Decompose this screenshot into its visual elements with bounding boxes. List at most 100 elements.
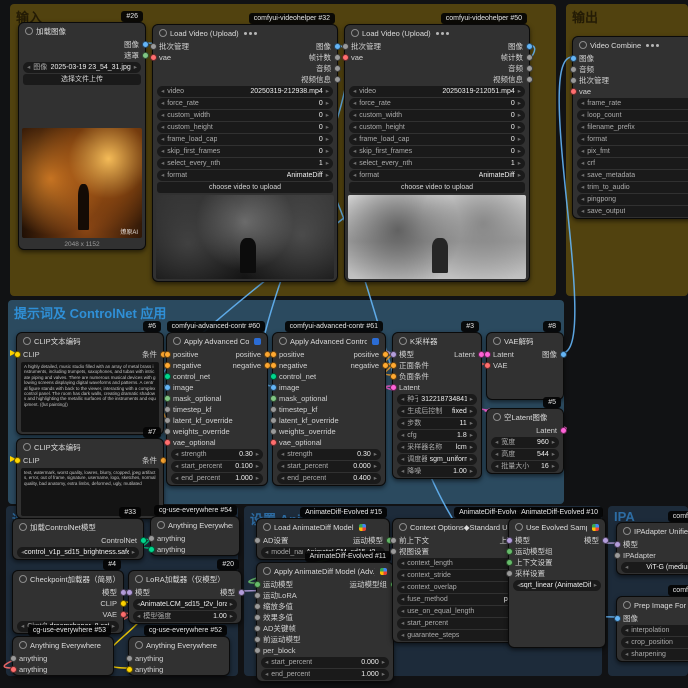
node-header[interactable]: VAE解码 <box>487 333 563 349</box>
vae_optional-in-port[interactable] <box>270 439 277 446</box>
运动模型组-in-port[interactable] <box>506 548 513 555</box>
decrement-arrow[interactable]: ◂ <box>625 649 628 660</box>
Latent-in-port[interactable] <box>390 384 397 391</box>
上下文设置-in-port[interactable] <box>506 559 513 566</box>
widget-save_output[interactable]: ◂save_output▸ <box>577 206 688 217</box>
decrement-arrow[interactable]: ◂ <box>175 449 178 460</box>
AD设置-in-port[interactable] <box>254 537 261 544</box>
node-header[interactable]: Anything Everywhere <box>13 637 113 653</box>
decrement-arrow[interactable]: ◂ <box>581 170 584 181</box>
node-load-video-32[interactable]: comfyui-videohelper #32Load Video (Uploa… <box>152 24 338 282</box>
node-header[interactable]: Use Evolved Sampling <box>509 519 605 535</box>
node-prep-image-clipvision[interactable]: comfyui_ipadapterPrep Image For ClipVisi… <box>616 596 688 662</box>
widget-end_percent[interactable]: ◂end_percent0.400▸ <box>277 473 381 484</box>
Latent-out-port[interactable] <box>560 427 567 434</box>
widget-format[interactable]: ◂formatAnimateDiff▸ <box>349 170 525 181</box>
node-header[interactable]: LoRA加载器（仅模型） <box>129 571 241 587</box>
increment-arrow[interactable]: ▸ <box>518 110 521 121</box>
node-header[interactable]: Anything Everywhere <box>151 517 239 533</box>
decrement-arrow[interactable]: ◂ <box>401 570 404 581</box>
运动模型-in-port[interactable] <box>254 581 261 588</box>
widget-crop_position[interactable]: ◂crop_positioncenter▸ <box>621 637 688 648</box>
decrement-arrow[interactable]: ◂ <box>175 473 178 484</box>
widget-strength[interactable]: ◂strength0.30▸ <box>277 449 381 460</box>
widget-custom_height[interactable]: ◂custom_height0▸ <box>349 122 525 133</box>
decrement-arrow[interactable]: ◂ <box>581 134 584 145</box>
increment-arrow[interactable]: ▸ <box>470 418 473 429</box>
increment-arrow[interactable]: ▸ <box>470 394 473 405</box>
decrement-arrow[interactable]: ◂ <box>353 98 356 109</box>
decrement-arrow[interactable]: ◂ <box>265 669 268 680</box>
widget-select_every_nth[interactable]: ◂select_every_nth1▸ <box>349 158 525 169</box>
图像-out-port[interactable] <box>560 351 567 358</box>
increment-arrow[interactable]: ▸ <box>256 461 259 472</box>
图像-out-port[interactable] <box>142 41 149 48</box>
collapse-toggle[interactable] <box>159 29 167 37</box>
mask_optional-in-port[interactable] <box>270 395 277 402</box>
decrement-arrow[interactable]: ◂ <box>401 606 404 617</box>
collapse-toggle[interactable] <box>23 337 31 345</box>
decrement-arrow[interactable]: ◂ <box>161 86 164 97</box>
decrement-arrow[interactable]: ◂ <box>401 454 404 465</box>
Latent-in-port[interactable] <box>484 351 491 358</box>
widget-filename_prefix[interactable]: ◂filename_prefix▸ <box>577 122 688 133</box>
node-load-video-50[interactable]: comfyui-videohelper #50Load Video (Uploa… <box>344 24 530 282</box>
increment-arrow[interactable]: ▸ <box>230 611 233 622</box>
widget-sharpening[interactable]: ◂sharpening0.00▸ <box>621 649 688 660</box>
collapse-toggle[interactable] <box>515 523 523 531</box>
widget-value[interactable]: ◂control_v1p_sd15_brightness.safetensors… <box>17 547 139 558</box>
widget-start_percent[interactable]: ◂start_percent0.000▸ <box>261 657 389 668</box>
widget-custom_width[interactable]: ◂custom_width0▸ <box>349 110 525 121</box>
increment-arrow[interactable]: ▸ <box>326 98 329 109</box>
positive-in-port[interactable] <box>270 351 277 358</box>
音频-out-port[interactable] <box>334 65 341 72</box>
collapse-toggle[interactable] <box>19 641 27 649</box>
collapse-toggle[interactable] <box>351 29 359 37</box>
图像-in-port[interactable] <box>614 615 621 622</box>
collapse-toggle[interactable] <box>263 567 271 575</box>
increment-arrow[interactable]: ▸ <box>518 98 521 109</box>
increment-arrow[interactable]: ▸ <box>518 122 521 133</box>
decrement-arrow[interactable]: ◂ <box>625 637 628 648</box>
widget-start_percent[interactable]: ◂start_percent0.100▸ <box>171 461 263 472</box>
increment-arrow[interactable]: ▸ <box>594 580 597 591</box>
CLIP-in-port[interactable] <box>14 351 21 358</box>
VAE-in-port[interactable] <box>484 362 491 369</box>
decrement-arrow[interactable]: ◂ <box>353 146 356 157</box>
node-clip-encode-pos[interactable]: #6CLIP文本编码CLIP条件A highly detailed, music… <box>16 332 164 435</box>
collapse-toggle[interactable] <box>173 337 181 345</box>
VAE-out-port[interactable] <box>120 611 127 618</box>
timestep_kf-in-port[interactable] <box>270 406 277 413</box>
widget-降噪[interactable]: ◂降噪1.00▸ <box>397 466 477 477</box>
node-apply-acn-60[interactable]: comfyui-advanced-contr #60Apply Advanced… <box>166 332 268 486</box>
decrement-arrow[interactable]: ◂ <box>161 170 164 181</box>
decrement-arrow[interactable]: ◂ <box>581 122 584 133</box>
widget-custom_width[interactable]: ◂custom_width0▸ <box>157 110 333 121</box>
decrement-arrow[interactable]: ◂ <box>161 158 164 169</box>
vae_optional-in-port[interactable] <box>164 439 171 446</box>
decrement-arrow[interactable]: ◂ <box>495 449 498 460</box>
widget-end_percent[interactable]: ◂end_percent1.000▸ <box>261 669 389 680</box>
decrement-arrow[interactable]: ◂ <box>161 134 164 145</box>
weights_override-in-port[interactable] <box>270 428 277 435</box>
increment-arrow[interactable]: ▸ <box>518 170 521 181</box>
increment-arrow[interactable]: ▸ <box>112 621 115 632</box>
负面条件-in-port[interactable] <box>390 373 397 380</box>
decrement-arrow[interactable]: ◂ <box>401 582 404 593</box>
widget-end_percent[interactable]: ◂end_percent1.000▸ <box>171 473 263 484</box>
negative-in-port[interactable] <box>164 362 171 369</box>
timestep_kf-in-port[interactable] <box>164 406 171 413</box>
decrement-arrow[interactable]: ◂ <box>353 170 356 181</box>
widget-video[interactable]: ◂video20250319-212938.mp4▸ <box>157 86 333 97</box>
decrement-arrow[interactable]: ◂ <box>175 461 178 472</box>
node-header[interactable]: Apply AnimateDiff Model (Adv.) <box>257 563 393 579</box>
increment-arrow[interactable]: ▸ <box>518 86 521 97</box>
decrement-arrow[interactable]: ◂ <box>353 86 356 97</box>
widget-force_rate[interactable]: ◂force_rate0▸ <box>157 98 333 109</box>
decrement-arrow[interactable]: ◂ <box>495 461 498 472</box>
node-header[interactable]: Video Combine <box>573 37 688 53</box>
效果多值-in-port[interactable] <box>254 614 261 621</box>
widget-批量大小[interactable]: ◂批量大小16▸ <box>491 461 559 472</box>
decrement-arrow[interactable]: ◂ <box>265 547 268 558</box>
increment-arrow[interactable]: ▸ <box>132 547 135 558</box>
